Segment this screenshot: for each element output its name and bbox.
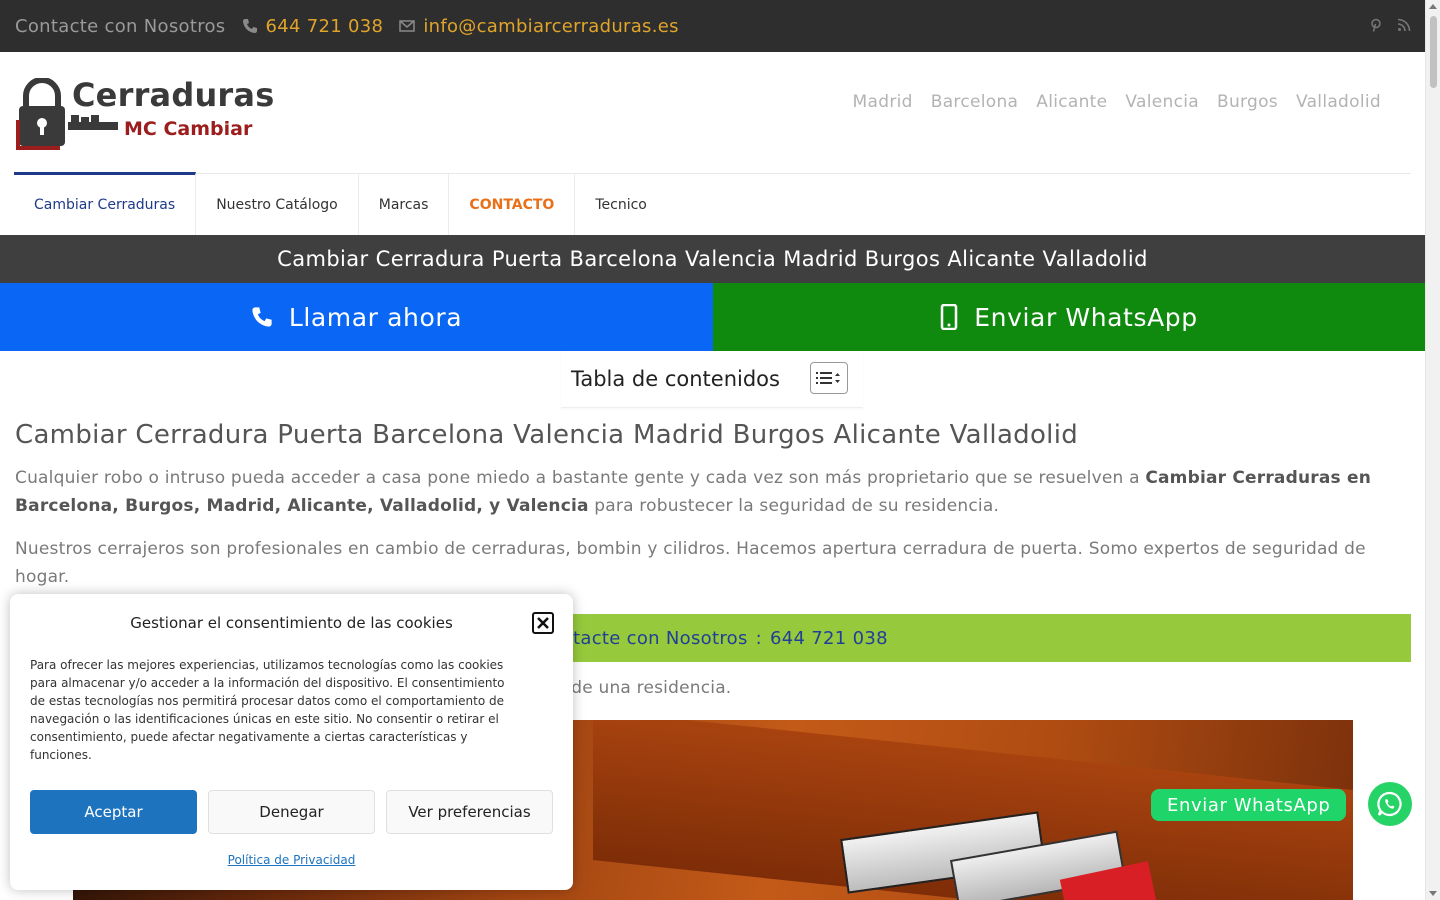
- deny-cookies-button[interactable]: Denegar: [208, 790, 375, 834]
- toc-title: Tabla de contenidos: [571, 367, 780, 391]
- envelope-icon: [399, 20, 416, 32]
- cookie-consent-dialog: Gestionar el consentimiento de las cooki…: [10, 594, 573, 890]
- close-icon: [537, 617, 549, 629]
- city-link-valladolid[interactable]: Valladolid: [1296, 92, 1381, 112]
- article-paragraph-1: Cualquier robo o intruso pueda acceder a…: [15, 468, 1372, 516]
- whatsapp-icon: [1377, 791, 1402, 817]
- cookie-buttons: Aceptar Denegar Ver preferencias: [30, 790, 553, 834]
- nav-item-marcas[interactable]: Marcas: [359, 172, 450, 235]
- phone-icon: [252, 307, 272, 327]
- top-bar: Contacte con Nosotros 644 721 038 info@c…: [0, 0, 1425, 52]
- phone-icon: [242, 19, 257, 33]
- floating-whatsapp-button[interactable]: [1368, 782, 1412, 826]
- article-content: Cambiar Cerradura Puerta Barcelona Valen…: [15, 420, 1411, 606]
- phone-number: 644 721 038: [265, 15, 384, 37]
- nav-item-cambiar-cerraduras[interactable]: Cambiar Cerraduras: [14, 172, 197, 235]
- city-link-burgos[interactable]: Burgos: [1217, 92, 1278, 112]
- site-logo[interactable]: Cerraduras MC Cambiar: [16, 76, 274, 151]
- scroll-up-icon[interactable]: [1429, 4, 1437, 9]
- email-link[interactable]: info@cambiarcerraduras.es: [399, 15, 679, 37]
- main-nav: Cambiar Cerraduras Nuestro Catálogo Marc…: [14, 172, 667, 235]
- rss-icon[interactable]: [1397, 18, 1411, 32]
- nav-item-tecnico[interactable]: Tecnico: [575, 172, 667, 235]
- city-link-madrid[interactable]: Madrid: [853, 92, 913, 112]
- contact-bar-separator: :: [755, 627, 763, 649]
- contact-label: Contacte con Nosotros: [15, 15, 226, 37]
- city-link-valencia[interactable]: Valencia: [1125, 92, 1199, 112]
- send-whatsapp-label: Enviar WhatsApp: [974, 302, 1198, 332]
- article-heading: Cambiar Cerradura Puerta Barcelona Valen…: [15, 420, 1079, 450]
- phone-link[interactable]: 644 721 038: [242, 16, 384, 37]
- cookie-dialog-body: Para ofrecer las mejores experiencias, u…: [30, 658, 505, 762]
- city-nav: Madrid Barcelona Alicante Valencia Burgo…: [853, 92, 1381, 112]
- pinterest-icon[interactable]: [1369, 18, 1383, 32]
- page-title-band: Cambiar Cerradura Puerta Barcelona Valen…: [0, 235, 1425, 283]
- close-button[interactable]: [532, 612, 554, 634]
- scroll-down-icon[interactable]: [1429, 891, 1437, 896]
- accept-cookies-button[interactable]: Aceptar: [30, 790, 197, 834]
- cookie-dialog-title: Gestionar el consentimiento de las cooki…: [130, 614, 453, 632]
- call-now-label: Llamar ahora: [288, 302, 463, 332]
- call-now-button[interactable]: Llamar ahora: [0, 283, 713, 351]
- logo-text-main: Cerraduras: [72, 76, 275, 114]
- site-header: Cerraduras MC Cambiar Madrid Barcelona A…: [14, 52, 1411, 174]
- logo-text-sub: MC Cambiar: [124, 118, 253, 140]
- list-toggle-icon: [816, 372, 840, 384]
- social-links: [1369, 18, 1411, 32]
- page-scrollbar[interactable]: [1425, 0, 1440, 900]
- table-of-contents: Tabla de contenidos: [561, 351, 863, 408]
- email-address: info@cambiarcerraduras.es: [423, 15, 679, 37]
- scrollbar-thumb[interactable]: [1430, 16, 1437, 88]
- view-preferences-button[interactable]: Ver preferencias: [386, 790, 553, 834]
- send-whatsapp-button[interactable]: Enviar WhatsApp: [713, 283, 1425, 351]
- nav-item-catalogo[interactable]: Nuestro Catálogo: [196, 172, 359, 235]
- floating-whatsapp-label[interactable]: Enviar WhatsApp: [1151, 789, 1347, 821]
- privacy-policy-link[interactable]: Política de Privacidad: [10, 853, 573, 867]
- city-link-alicante[interactable]: Alicante: [1036, 92, 1107, 112]
- article-paragraph-2: Nuestros cerrajeros son profesionales en…: [15, 539, 1366, 587]
- mobile-phone-icon: [941, 304, 958, 330]
- nav-item-contacto[interactable]: CONTACTO: [449, 172, 576, 235]
- toc-toggle-button[interactable]: [810, 362, 848, 394]
- city-link-barcelona[interactable]: Barcelona: [931, 92, 1019, 112]
- contact-bar-phone: 644 721 038: [770, 627, 888, 649]
